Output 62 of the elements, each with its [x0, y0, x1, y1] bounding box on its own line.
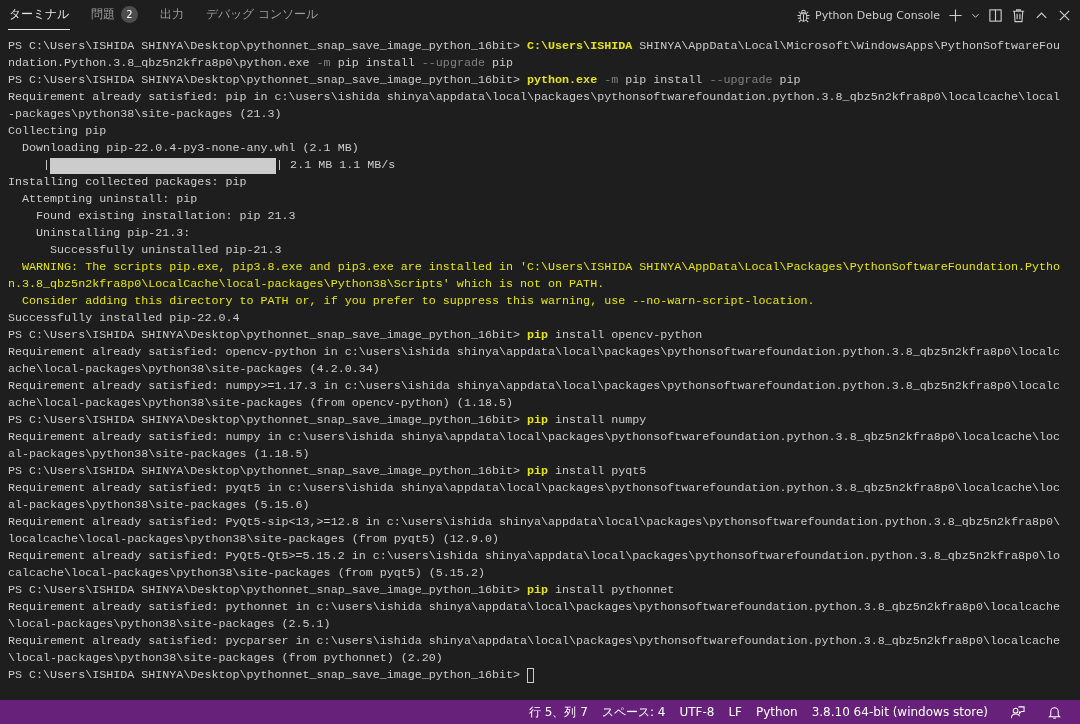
terminal-text: PS C:\Users\ISHIDA SHINYA\Desktop\pythonnet_snap_save_image_python_16bit> [8, 667, 521, 684]
bell-icon[interactable] [1047, 704, 1062, 720]
terminal-line: Requirement already satisfied: pythonnet in c:\users\ishida shinya\appdata\local\packages\pythonsoftwarefoundation.python.3.8_qbz5n2kfra8p0\localcache [8, 599, 1062, 616]
terminal-line: PS C:\Users\ISHIDA SHINYA\Desktop\pythonnet_snap_save_image_python_16bit> pip install numpy [8, 412, 648, 429]
terminal-line: Requirement already satisfied: PyQt5-Qt5>=5.15.2 in c:\users\ishida shinya\appdata\local\packages\pythonsoftwarefoundation.python.3.8_qbz5n2kfra8p0\lo [8, 548, 1062, 565]
terminal-line: Requirement already satisfied: pycparser in c:\users\ishida shinya\appdata\local\packages\pythonsoftwarefoundation.python.3.8_qbz5n2kfra8p0\localcache [8, 633, 1062, 650]
terminal-line: Attempting uninstall: pip [21, 191, 199, 208]
terminal-line: -packages\python38\site-packages (21.3) [8, 106, 283, 123]
terminal-line: calcache\local-packages\python38\site-packages (from pyqt5) (5.15.2) [8, 565, 486, 582]
panel-tab[interactable]: 問題 2 [90, 0, 139, 30]
terminal-line: Installing collected packages: pip [8, 174, 248, 191]
terminal-line: ndation.Python.3.8_qbz5n2kfra8p0\python.exe -m pip install --upgrade pip [8, 55, 514, 72]
text-cursor [527, 668, 534, 683]
terminal-line: Requirement already satisfied: opencv-python in c:\users\ishida shinya\appdata\local\packages\pythonsoftwarefoundation.python.3.8_qbz5n2kfra8p0\localc [8, 344, 1062, 361]
split-icon[interactable] [988, 7, 1003, 23]
terminal-line: al-packages\python38\site-packages (1.18.5) [8, 446, 311, 463]
status-item[interactable]: 3.8.10 64-bit (windows store) [811, 705, 988, 719]
terminal-text: | 2.1 MB 1.1 MB/s [276, 157, 396, 174]
terminal-line: PS C:\Users\ISHIDA SHINYA\Desktop\pythonnet_snap_save_image_python_16bit> pip install pythonnet [8, 582, 676, 599]
terminal-line: Successfully uninstalled pip-21.3 [49, 242, 283, 259]
panel-tab[interactable]: ターミナル [8, 0, 70, 30]
terminal-line: PS C:\Users\ISHIDA SHINYA\Desktop\pythonnet_snap_save_image_python_16bit> pip install pyqt5 [8, 463, 648, 480]
terminal-line: ache\local-packages\python38\site-packages (4.2.0.34) [8, 361, 381, 378]
terminal-line: Requirement already satisfied: PyQt5-sip<13,>=12.8 in c:\users\ishida shinya\appdata\local\packages\pythonsoftwarefoundation.python.3.8_qbz5n2kfra8p0\ [8, 514, 1062, 531]
status-item[interactable]: Python [756, 705, 798, 719]
terminal-line: ache\local-packages\python38\site-packages (from opencv-python) (1.18.5) [8, 395, 514, 412]
terminal-line: Requirement already satisfied: numpy in c:\users\ishida shinya\appdata\local\packages\pythonsoftwarefoundation.python.3.8_qbz5n2kfra8p0\localcache\loc [8, 429, 1062, 446]
status-item[interactable]: スペース: 4 [601, 703, 666, 721]
plus-icon[interactable] [948, 7, 963, 23]
tab-label: 問題 [91, 6, 115, 23]
terminal-line: Requirement already satisfied: numpy>=1.17.3 in c:\users\ishida shinya\appdata\local\packages\pythonsoftwarefoundation.python.3.8_qbz5n2kfra8p0\localc [8, 378, 1062, 395]
count-badge: 2 [121, 6, 138, 23]
bug-icon [796, 7, 812, 23]
terminal-line: WARNING: The scripts pip.exe, pip3.8.exe and pip3.exe are installed in 'C:\Users\ISHIDA SHINYA\AppData\Local\Packages\PythonSoftwareFoundation.Pytho [21, 259, 1062, 276]
status-item[interactable]: UTF-8 [679, 705, 715, 719]
terminal-line: Collecting pip [8, 123, 108, 140]
terminal-line: PS C:\Users\ISHIDA SHINYA\Desktop\pythonnet_snap_save_image_python_16bit> python.exe -m pip install --upgrade pip [8, 72, 802, 89]
terminal-line: \local-packages\python38\site-packages (from pythonnet) (2.20) [8, 650, 444, 667]
terminal-line: PS C:\Users\ISHIDA SHINYA\Desktop\pythonnet_snap_save_image_python_16bit> C:\Users\ISHIDA SHINYA\AppData\Local\Microsoft\WindowsApps\PythonSoftwareFou [8, 38, 1062, 55]
panel-tab[interactable]: 出力 [159, 0, 185, 30]
terminal-line: localcache\local-packages\python38\site-packages (from pyqt5) (12.9.0) [8, 531, 500, 548]
tab-label: デバッグ コンソール [206, 6, 318, 23]
terminal-line: PS C:\Users\ISHIDA SHINYA\Desktop\pythonnet_snap_save_image_python_16bit> pip install opencv-python [8, 327, 704, 344]
terminal-line: Requirement already satisfied: pip in c:\users\ishida shinya\appdata\local\packages\pythonsoftwarefoundation.python.3.8_qbz5n2kfra8p0\localcache\local [8, 89, 1062, 106]
trash-icon[interactable] [1011, 7, 1026, 23]
terminal-line: Successfully installed pip-22.0.4 [8, 310, 241, 327]
terminal-line: \local-packages\python38\site-packages (2.5.1) [8, 616, 332, 633]
feedback-icon[interactable] [1010, 704, 1025, 720]
terminal-text: | [42, 157, 51, 174]
panel-tab[interactable]: デバッグ コンソール [205, 0, 319, 30]
terminal-line: Downloading pip-22.0.4-py3-none-any.whl (2.1 MB) [21, 140, 360, 157]
terminal-selector[interactable]: Python Debug Console [796, 7, 940, 23]
status-item[interactable]: LF [728, 705, 742, 719]
terminal-line: Requirement already satisfied: pyqt5 in c:\users\ishida shinya\appdata\local\packages\pythonsoftwarefoundation.python.3.8_qbz5n2kfra8p0\localcache\loc [8, 480, 1062, 497]
status-item[interactable]: 行 5、列 7 [529, 703, 588, 721]
terminal-line: Uninstalling pip-21.3: [35, 225, 192, 242]
terminal-line: Consider adding this directory to PATH or, if you prefer to suppress this warning, use --no-warn-script-location. [21, 293, 816, 310]
tab-label: ターミナル [9, 6, 69, 23]
terminal-line: Found existing installation: pip 21.3 [35, 208, 297, 225]
terminal-line: al-packages\python38\site-packages (5.15.6) [8, 497, 311, 514]
tab-label: 出力 [160, 6, 184, 23]
terminal-line: n.3.8_qbz5n2kfra8p0\LocalCache\local-packages\Python38\Scripts' which is not on PATH. [8, 276, 606, 293]
